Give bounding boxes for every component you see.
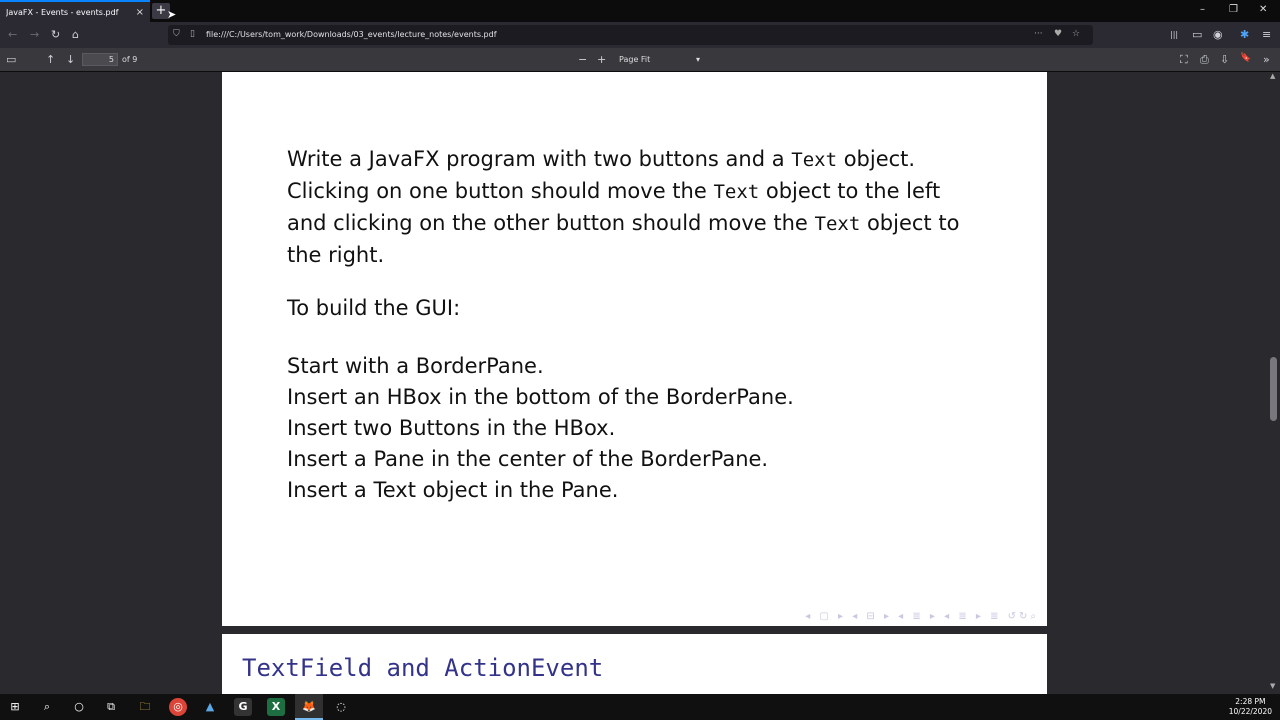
menu-icon[interactable]: ≡: [1262, 28, 1271, 41]
windows-taskbar: ⊞ ⌕ ○ ⧉ 🗀 ◎ ▲ G X 🦊 ◌ 2:28 PM 10/22/2020: [0, 694, 1280, 720]
file-explorer-icon[interactable]: 🗀: [136, 698, 154, 716]
restore-button[interactable]: ❐: [1229, 4, 1238, 15]
url-text[interactable]: file:///C:/Users/tom_work/Downloads/03_e…: [206, 30, 497, 39]
chrome-icon[interactable]: ◎: [169, 698, 187, 716]
step-item: Start with a BorderPane.: [287, 354, 544, 378]
previous-page-button[interactable]: ↑: [46, 53, 55, 66]
task-view-icon[interactable]: ⧉: [102, 698, 120, 716]
app-icon[interactable]: ◌: [332, 698, 350, 716]
tools-icon[interactable]: »: [1263, 53, 1270, 66]
step-item: Insert two Buttons in the HBox.: [287, 416, 616, 440]
sidebar-icon[interactable]: ▭: [1192, 28, 1202, 41]
cortana-icon[interactable]: ○: [70, 698, 88, 716]
page-actions-icon[interactable]: ···: [1034, 29, 1043, 39]
mouse-cursor-icon: ➤: [167, 8, 177, 21]
account-icon[interactable]: ◉: [1213, 28, 1223, 41]
navigation-bar: ← → ↻ ⌂ ⛉ ▯ file:///C:/Users/tom_work/Do…: [0, 22, 1280, 48]
library-icon[interactable]: |||: [1170, 30, 1178, 39]
scrollbar-thumb[interactable]: [1270, 357, 1277, 421]
step-item: Insert a Text object in the Pane.: [287, 478, 619, 502]
next-slide-title: TextField and ActionEvent: [242, 654, 604, 682]
print-icon[interactable]: ⎙: [1200, 53, 1209, 67]
home-button[interactable]: ⌂: [72, 28, 79, 41]
intro-line: the right.: [287, 243, 385, 267]
intro-line: Clicking on one button should move the T…: [287, 179, 941, 203]
start-button[interactable]: ⊞: [6, 698, 24, 716]
sidebar-toggle-icon[interactable]: ▭: [6, 53, 16, 66]
search-icon[interactable]: ⌕: [38, 698, 56, 716]
steps-list: Start with a BorderPane. Insert an HBox …: [287, 351, 794, 506]
pdf-viewer[interactable]: Write a JavaFX program with two buttons …: [0, 72, 1280, 694]
tab-close-icon[interactable]: ×: [136, 7, 144, 18]
clock-date: 10/22/2020: [1228, 707, 1272, 716]
tab-events-pdf[interactable]: JavaFX - Events - events.pdf ×: [0, 0, 150, 22]
pdf-page-next: TextField and ActionEvent: [222, 634, 1047, 694]
page-number-input[interactable]: 5: [82, 53, 118, 66]
excel-icon[interactable]: X: [267, 698, 285, 716]
zoom-select[interactable]: Page Fit ▾: [614, 52, 706, 67]
step-item: Insert an HBox in the bottom of the Bord…: [287, 385, 794, 409]
scroll-up-icon[interactable]: ▲: [1270, 72, 1275, 80]
next-page-button[interactable]: ↓: [66, 53, 75, 66]
scroll-down-icon[interactable]: ▼: [1270, 682, 1275, 690]
pdf-toolbar: ▭ ↑ ↓ 5 of 9 − + Page Fit ▾ ⛶ ⎙ ⇩ 🔖 »: [0, 48, 1280, 72]
page-icon[interactable]: ▯: [190, 29, 195, 39]
download-icon[interactable]: ⇩: [1220, 53, 1229, 66]
minimize-button[interactable]: –: [1200, 4, 1205, 15]
firefox-icon[interactable]: 🦊: [300, 698, 318, 716]
zoom-out-button[interactable]: −: [578, 53, 587, 66]
gui-heading: To build the GUI:: [287, 296, 461, 320]
document-bookmark-icon[interactable]: 🔖: [1240, 53, 1251, 63]
extensions-icon[interactable]: ✱: [1240, 28, 1249, 41]
shield-icon[interactable]: ⛉: [173, 29, 180, 39]
zoom-value: Page Fit: [619, 55, 651, 64]
page-count: of 9: [122, 55, 138, 64]
back-button[interactable]: ←: [8, 28, 17, 41]
chevron-down-icon: ▾: [695, 55, 700, 64]
intro-line: Write a JavaFX program with two buttons …: [287, 147, 916, 171]
pocket-icon[interactable]: ♥: [1054, 29, 1062, 39]
clock-time: 2:28 PM: [1235, 697, 1266, 706]
presentation-mode-icon[interactable]: ⛶: [1180, 53, 1188, 67]
app-icon[interactable]: ▲: [201, 698, 219, 716]
zoom-in-button[interactable]: +: [597, 53, 606, 66]
tab-bar: JavaFX - Events - events.pdf × + ➤ – ❐ ✕: [0, 0, 1280, 22]
close-window-button[interactable]: ✕: [1259, 4, 1267, 15]
slide-intro: Write a JavaFX program with two buttons …: [287, 144, 959, 271]
g-app-icon[interactable]: G: [234, 698, 252, 716]
pdf-page: Write a JavaFX program with two buttons …: [222, 72, 1047, 626]
tab-title: JavaFX - Events - events.pdf: [6, 7, 119, 17]
forward-button[interactable]: →: [30, 28, 39, 41]
system-clock[interactable]: 2:28 PM 10/22/2020: [1229, 697, 1272, 717]
step-item: Insert a Pane in the center of the Borde…: [287, 447, 769, 471]
beamer-navigation-icons[interactable]: ◂ ▢ ▸ ◂ ⊟ ▸ ◂ ≣ ▸ ◂ ≣ ▸ ≣ ↺↻⌕: [805, 611, 1039, 622]
reload-button[interactable]: ↻: [51, 28, 60, 41]
intro-line: and clicking on the other button should …: [287, 211, 960, 235]
url-bar[interactable]: ⛉ ▯ file:///C:/Users/tom_work/Downloads/…: [168, 25, 1093, 45]
bookmark-star-icon[interactable]: ☆: [1072, 29, 1080, 39]
